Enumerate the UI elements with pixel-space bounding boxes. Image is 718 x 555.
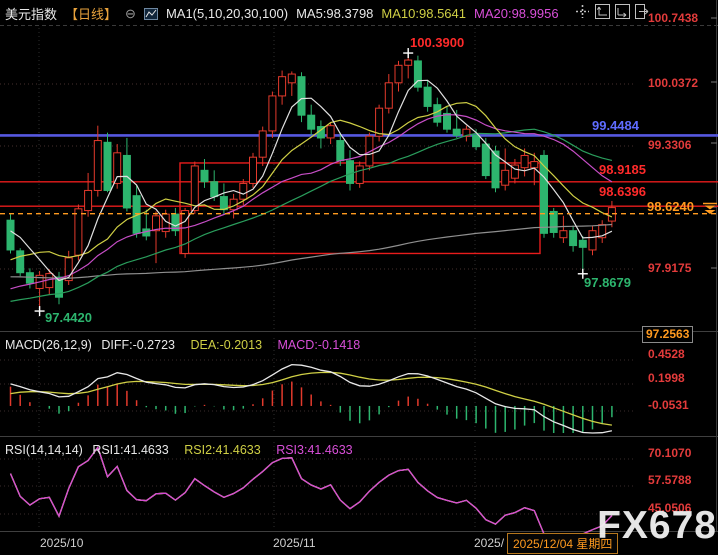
- axis-scale-icon[interactable]: [594, 3, 611, 20]
- macd-diff-value: DIFF:-0.2723: [101, 338, 175, 352]
- chart-app-window: 美元指数【日线】 ⊖ MA1(5,10,20,30,100) MA5:98.37…: [0, 0, 718, 555]
- macd-axis-label: 0.4528: [648, 347, 685, 361]
- swing-low-label: 97.8679: [584, 276, 631, 290]
- rsi3-value: RSI3:41.4633: [276, 443, 352, 457]
- macd-axis-label: 0.1998: [648, 371, 685, 385]
- rsi-axis-label: 57.5788: [648, 473, 691, 487]
- ma10-value: MA10:98.5641: [381, 6, 466, 21]
- time-axis-label-nov: 2025/11: [273, 536, 316, 550]
- time-axis-label-oct: 2025/10: [40, 536, 83, 550]
- macd-label-row: MACD(26,12,9) DIFF:-0.2723 DEA:-0.2013 M…: [5, 338, 360, 352]
- rsi1-value: RSI1:41.4633: [92, 443, 168, 457]
- macd-dea-value: DEA:-0.2013: [190, 338, 262, 352]
- macd-macd-value: MACD:-0.1418: [278, 338, 361, 352]
- mini-chart-icon[interactable]: [144, 7, 158, 21]
- panel-min-label: 97.2563: [642, 326, 693, 343]
- blue-level-label: 99.4484: [592, 119, 639, 133]
- axis-label: 99.3306: [648, 138, 691, 152]
- collapse-icon[interactable]: ⊖: [125, 6, 136, 22]
- crosshair-icon[interactable]: [574, 3, 591, 20]
- support-level-label: 98.6396: [599, 185, 646, 199]
- rsi-axis-label: 70.1070: [648, 446, 691, 460]
- low-price-label: 97.4420: [45, 311, 92, 325]
- header-bar: 美元指数【日线】 ⊖ MA1(5,10,20,30,100) MA5:98.37…: [5, 4, 559, 23]
- current-price-label: 98.6240: [647, 200, 694, 214]
- rsi-title: RSI(14,14,14): [5, 443, 83, 457]
- watermark: FX678: [597, 504, 717, 548]
- symbol-name: 美元指数: [5, 4, 57, 23]
- time-axis-label-dec: 2025/: [474, 536, 504, 550]
- axis-pan-icon[interactable]: [614, 3, 631, 20]
- axis-label-max: 100.7438: [648, 11, 698, 25]
- resistance-level-label: 98.9185: [599, 163, 646, 177]
- ma-settings-label: MA1(5,10,20,30,100): [166, 6, 288, 21]
- rsi2-value: RSI2:41.4633: [184, 443, 260, 457]
- period-label[interactable]: 【日线】: [65, 4, 117, 23]
- macd-axis-label: -0.0531: [648, 398, 689, 412]
- rsi-label-row: RSI(14,14,14) RSI1:41.4633 RSI2:41.4633 …: [5, 443, 353, 457]
- high-price-label: 100.3900: [410, 36, 464, 50]
- ma20-value: MA20:98.9956: [474, 6, 559, 21]
- axis-label: 97.9175: [648, 261, 691, 275]
- ma5-value: MA5:98.3798: [296, 6, 373, 21]
- macd-title: MACD(26,12,9): [5, 338, 92, 352]
- chart-toolbar: [574, 3, 651, 20]
- axis-label: 100.0372: [648, 76, 698, 90]
